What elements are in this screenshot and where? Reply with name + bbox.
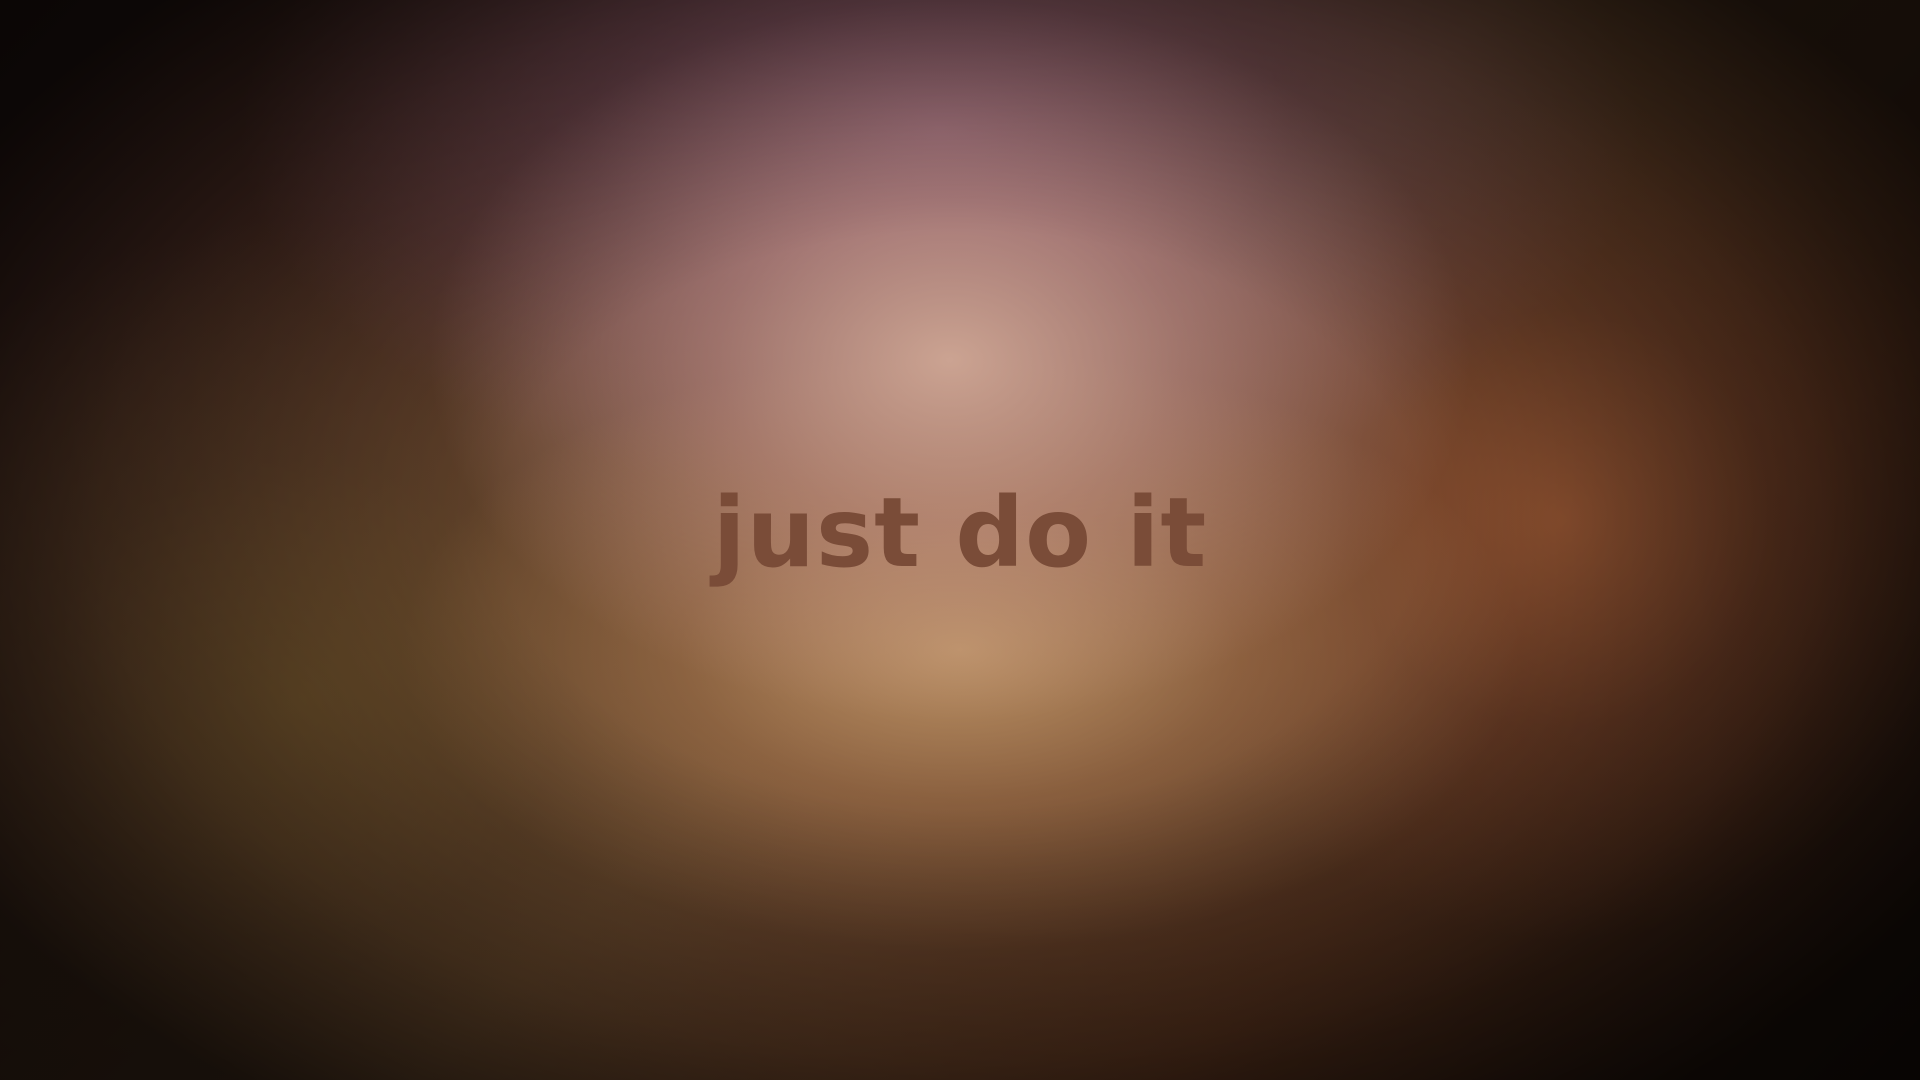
desktop-wallpaper: just do it [0,0,1920,1080]
wallpaper-tagline: just do it [712,477,1208,589]
